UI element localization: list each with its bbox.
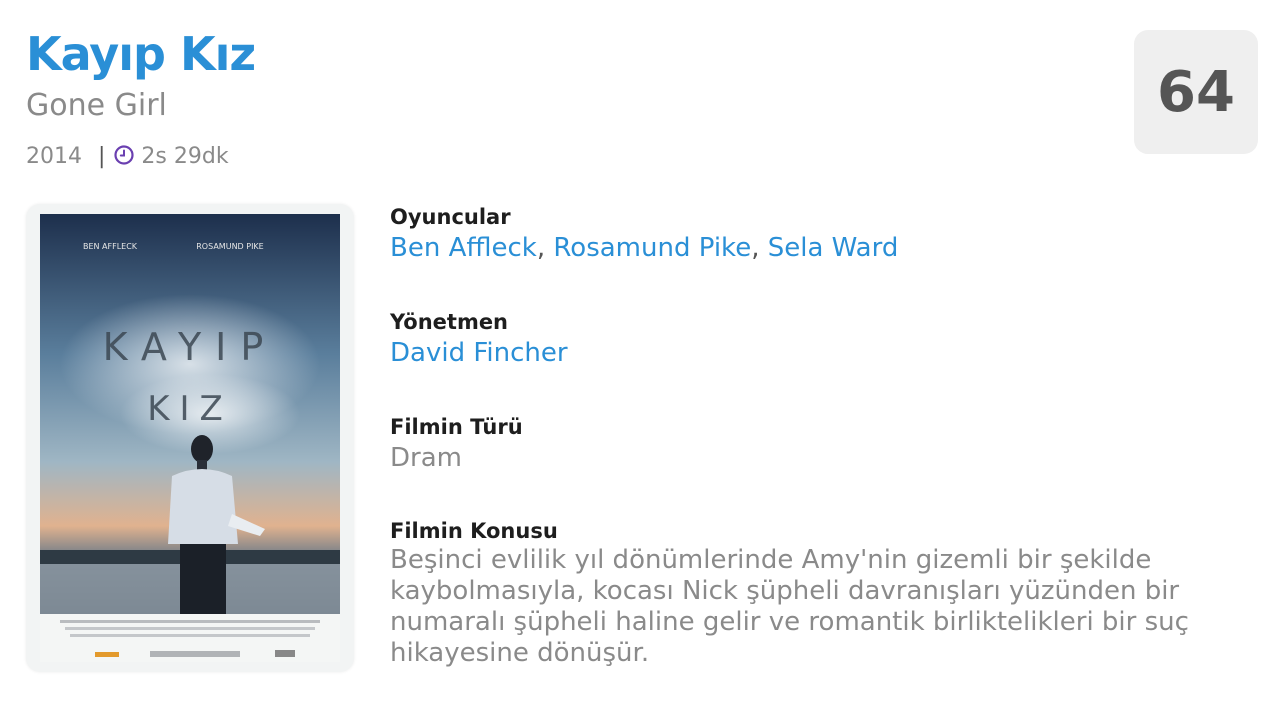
director-section: Yönetmen David Fincher <box>390 308 1230 370</box>
duration: 2s 29dk <box>141 144 229 169</box>
cast-link-sela-ward[interactable]: Sela Ward <box>768 233 899 263</box>
cast-list: Ben Affleck, Rosamund Pike, Sela Ward <box>390 231 1230 265</box>
plot-label: Filmin Konusu <box>390 519 558 543</box>
plot-section: Filmin Konusu Beşinci evlilik yıl dönüml… <box>390 517 1230 669</box>
genre-section: Filmin Türü Dram <box>390 413 1230 475</box>
poster-card[interactable]: BEN AFFLECK ROSAMUND PIKE KAYIP KIZ <box>26 204 354 672</box>
original-title: Gone Girl <box>26 88 167 123</box>
meta-separator: | <box>98 144 106 169</box>
score-value: 64 <box>1157 59 1235 125</box>
poster-title-line2: KIZ <box>147 389 233 429</box>
cast-link-rosamund-pike[interactable]: Rosamund Pike <box>553 233 751 263</box>
plot-text: Beşinci evlilik yıl dönümlerinde Amy'nin… <box>390 545 1189 668</box>
movie-poster: BEN AFFLECK ROSAMUND PIKE KAYIP KIZ <box>40 214 340 662</box>
poster-actor-2: ROSAMUND PIKE <box>196 242 263 251</box>
poster-actor-1: BEN AFFLECK <box>83 242 138 251</box>
genre-label: Filmin Türü <box>390 415 523 439</box>
genre-value: Dram <box>390 443 462 473</box>
cast-separator: , <box>536 233 546 263</box>
director-label: Yönetmen <box>390 310 509 334</box>
movie-meta: 2014 | 2s 29dk <box>26 142 229 172</box>
release-year: 2014 <box>26 144 82 169</box>
cast-separator: , <box>751 233 760 263</box>
cast-label: Oyuncular <box>390 205 511 229</box>
poster-title-line1: KAYIP <box>103 325 278 369</box>
cast-link-ben-affleck[interactable]: Ben Affleck <box>390 233 537 263</box>
cast-section: Oyuncular Ben Affleck, Rosamund Pike, Se… <box>390 203 1230 265</box>
movie-title: Kayıp Kız <box>26 27 256 81</box>
score-badge: 64 <box>1134 30 1258 154</box>
director-link[interactable]: David Fincher <box>390 336 1230 370</box>
clock-icon <box>113 144 135 166</box>
